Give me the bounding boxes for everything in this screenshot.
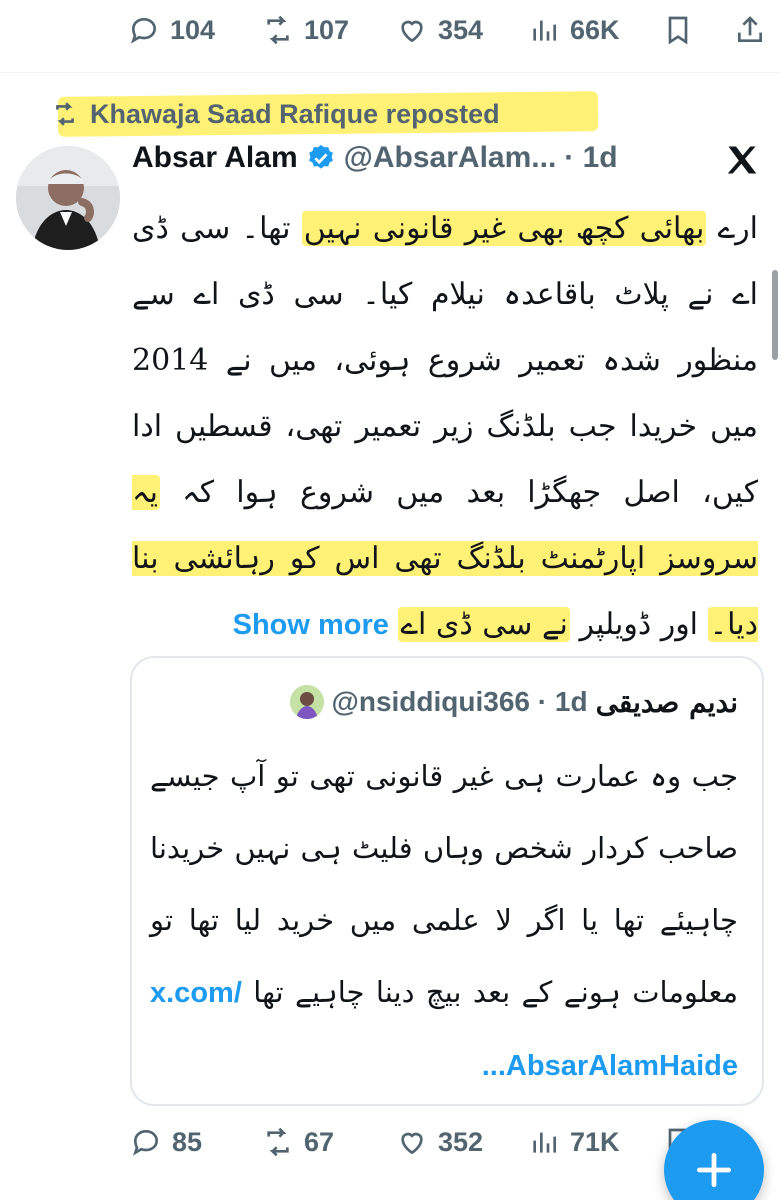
plus-icon (696, 1152, 732, 1188)
repost-icon (262, 1126, 294, 1158)
views-action[interactable]: 71K (528, 1126, 620, 1158)
repost-banner-text: Khawaja Saad Rafique reposted (90, 98, 500, 129)
repost-count: 67 (304, 1126, 335, 1157)
author-handle[interactable]: @AbsarAlam... (344, 141, 557, 175)
reply-action[interactable]: 104 (128, 14, 215, 46)
repost-icon (56, 102, 74, 126)
tweet-time[interactable]: · 1d (564, 141, 617, 175)
views-count: 71K (570, 1126, 620, 1157)
repost-action[interactable]: 67 (262, 1126, 334, 1158)
views-icon (528, 14, 560, 46)
body-text-3: اور ڈویلپر (569, 607, 708, 642)
quoted-author-name: ندیم صدیقی (595, 685, 738, 719)
scrollbar[interactable] (772, 270, 778, 360)
body-text-1: ارے (706, 211, 759, 246)
author-name[interactable]: Absar Alam (132, 141, 298, 175)
tweet-header: Absar Alam @AbsarAlam... · 1d (132, 138, 618, 178)
avatar[interactable] (16, 146, 120, 250)
tweet-body: ارے بھائی کچھ بھی غیر قانونی نہیں تھا۔ س… (132, 196, 758, 658)
views-count: 66K (570, 14, 620, 45)
repost-action[interactable]: 107 (262, 14, 349, 46)
views-icon (528, 1126, 560, 1158)
repost-banner[interactable]: Khawaja Saad Rafique reposted (52, 92, 500, 136)
heart-icon (396, 14, 428, 46)
repost-icon (262, 14, 294, 46)
like-action[interactable]: 354 (396, 14, 483, 46)
quoted-tweet-header: @nsiddiqui366 · 1d ندیم صدیقی (289, 682, 738, 722)
quoted-tweet-text: جب وہ عمارت ہی غیر قانونی تھی تو آپ جیسے… (150, 740, 738, 1102)
body-text-2: تھا۔ سی ڈی اے نے پلاٹ باقاعدہ نیلام کیا۔… (132, 211, 758, 510)
like-count: 354 (438, 14, 484, 45)
heart-icon (396, 1126, 428, 1158)
quoted-body: جب وہ عمارت ہی غیر قانونی تھی تو آپ جیسے… (150, 759, 739, 1009)
share-icon (734, 14, 766, 46)
bookmark-icon (662, 14, 694, 46)
share-action[interactable] (734, 14, 766, 46)
highlighted-text-1: بھائی کچھ بھی غیر قانونی نہیں (301, 211, 707, 246)
bottom-action-bar: 85 67 352 71K (0, 1112, 780, 1176)
reply-action[interactable]: 85 (130, 1126, 202, 1158)
quoted-avatar[interactable] (289, 685, 324, 719)
like-count: 352 (438, 1126, 484, 1157)
reply-count: 85 (172, 1126, 203, 1157)
show-more-link[interactable]: Show more (233, 609, 389, 641)
reply-count: 104 (170, 14, 216, 45)
reply-icon (128, 14, 160, 46)
like-action[interactable]: 352 (396, 1126, 483, 1158)
bookmark-action[interactable] (662, 14, 694, 46)
avatar-photo (16, 146, 120, 250)
verified-badge-icon (308, 144, 333, 169)
divider (0, 72, 780, 73)
x-logo-icon[interactable] (724, 142, 760, 178)
quoted-avatar-photo (289, 685, 324, 719)
reply-icon (130, 1126, 162, 1158)
views-action[interactable]: 66K (528, 14, 620, 46)
highlighted-text-3: نے سی ڈی اے (398, 607, 570, 642)
top-action-bar: 104 107 354 66K (0, 0, 780, 64)
quoted-tweet[interactable]: @nsiddiqui366 · 1d ندیم صدیقی جب وہ عمار… (130, 656, 764, 1106)
repost-count: 107 (304, 14, 350, 45)
quoted-handle: @nsiddiqui366 · 1d (331, 686, 588, 717)
